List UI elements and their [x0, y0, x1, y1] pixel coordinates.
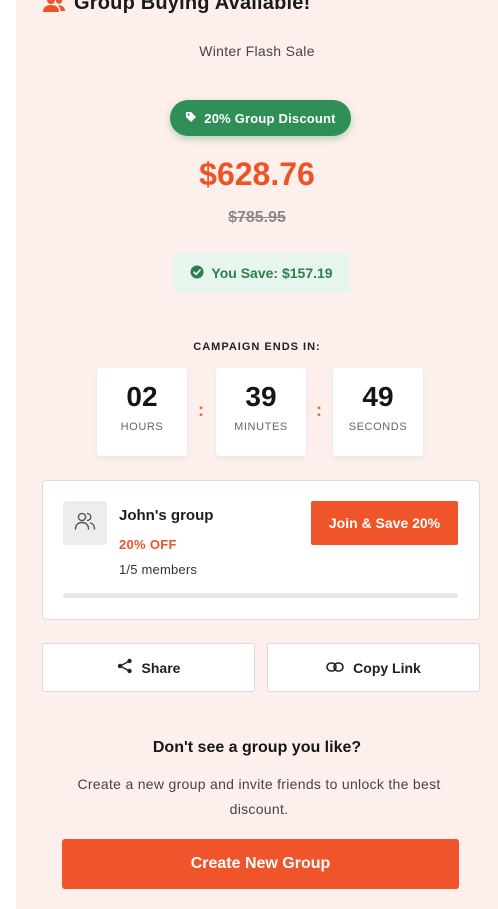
- sale-price: $628.76: [199, 156, 315, 192]
- create-group-text: Create a new group and invite friends to…: [77, 776, 441, 817]
- panel-header: Group Buying Available!: [42, 0, 310, 15]
- badge-label: 20% Group Discount: [204, 110, 336, 126]
- group-members: 1/5 members: [119, 562, 198, 577]
- user-group-icon: [74, 511, 96, 536]
- copy-link-label: Copy Link: [353, 659, 421, 676]
- share-label: Share: [141, 659, 181, 676]
- group-card: John's group 20% OFF 1/5 members Join & …: [42, 480, 480, 620]
- countdown-hours: 02 HOURS: [97, 368, 187, 456]
- group-name: John's group: [119, 507, 214, 524]
- check-circle-icon: [190, 265, 204, 282]
- share-icon: [117, 658, 133, 677]
- countdown-seconds: 49 SECONDS: [333, 368, 423, 456]
- group-discount: 20% OFF: [119, 537, 177, 552]
- link-icon: [326, 660, 344, 676]
- countdown-minutes: 39 MINUTES: [216, 368, 306, 456]
- minutes-value: 39: [245, 381, 277, 412]
- users-icon: [42, 0, 66, 14]
- hours-value: 02: [126, 381, 158, 412]
- group-buying-panel: Group Buying Available! Winter Flash Sal…: [16, 0, 498, 909]
- savings-label: You Save: $157.19: [211, 265, 333, 281]
- seconds-value: 49: [362, 381, 394, 412]
- seconds-label: SECONDS: [348, 421, 408, 433]
- copy-link-button[interactable]: Copy Link: [267, 643, 480, 692]
- countdown-separator: :: [316, 400, 322, 420]
- create-group-heading: Don't see a group you like?: [152, 739, 362, 756]
- page-title: Group Buying Available!: [74, 0, 311, 14]
- join-group-button[interactable]: Join & Save 20%: [311, 501, 458, 545]
- original-price: $785.95: [228, 209, 286, 226]
- create-group-button[interactable]: Create New Group: [62, 839, 459, 889]
- group-progress-bar: [63, 593, 458, 598]
- campaign-name: Winter Flash Sale: [199, 43, 315, 59]
- group-discount-badge: 20% Group Discount: [170, 100, 351, 136]
- hours-label: HOURS: [120, 421, 164, 433]
- tag-icon: [185, 111, 197, 126]
- countdown-separator: :: [198, 400, 204, 420]
- minutes-label: MINUTES: [234, 421, 288, 433]
- countdown-label: CAMPAIGN ENDS IN:: [193, 341, 321, 353]
- avatar: [63, 501, 107, 545]
- share-button[interactable]: Share: [42, 643, 255, 692]
- savings-banner: You Save: $157.19: [173, 253, 350, 293]
